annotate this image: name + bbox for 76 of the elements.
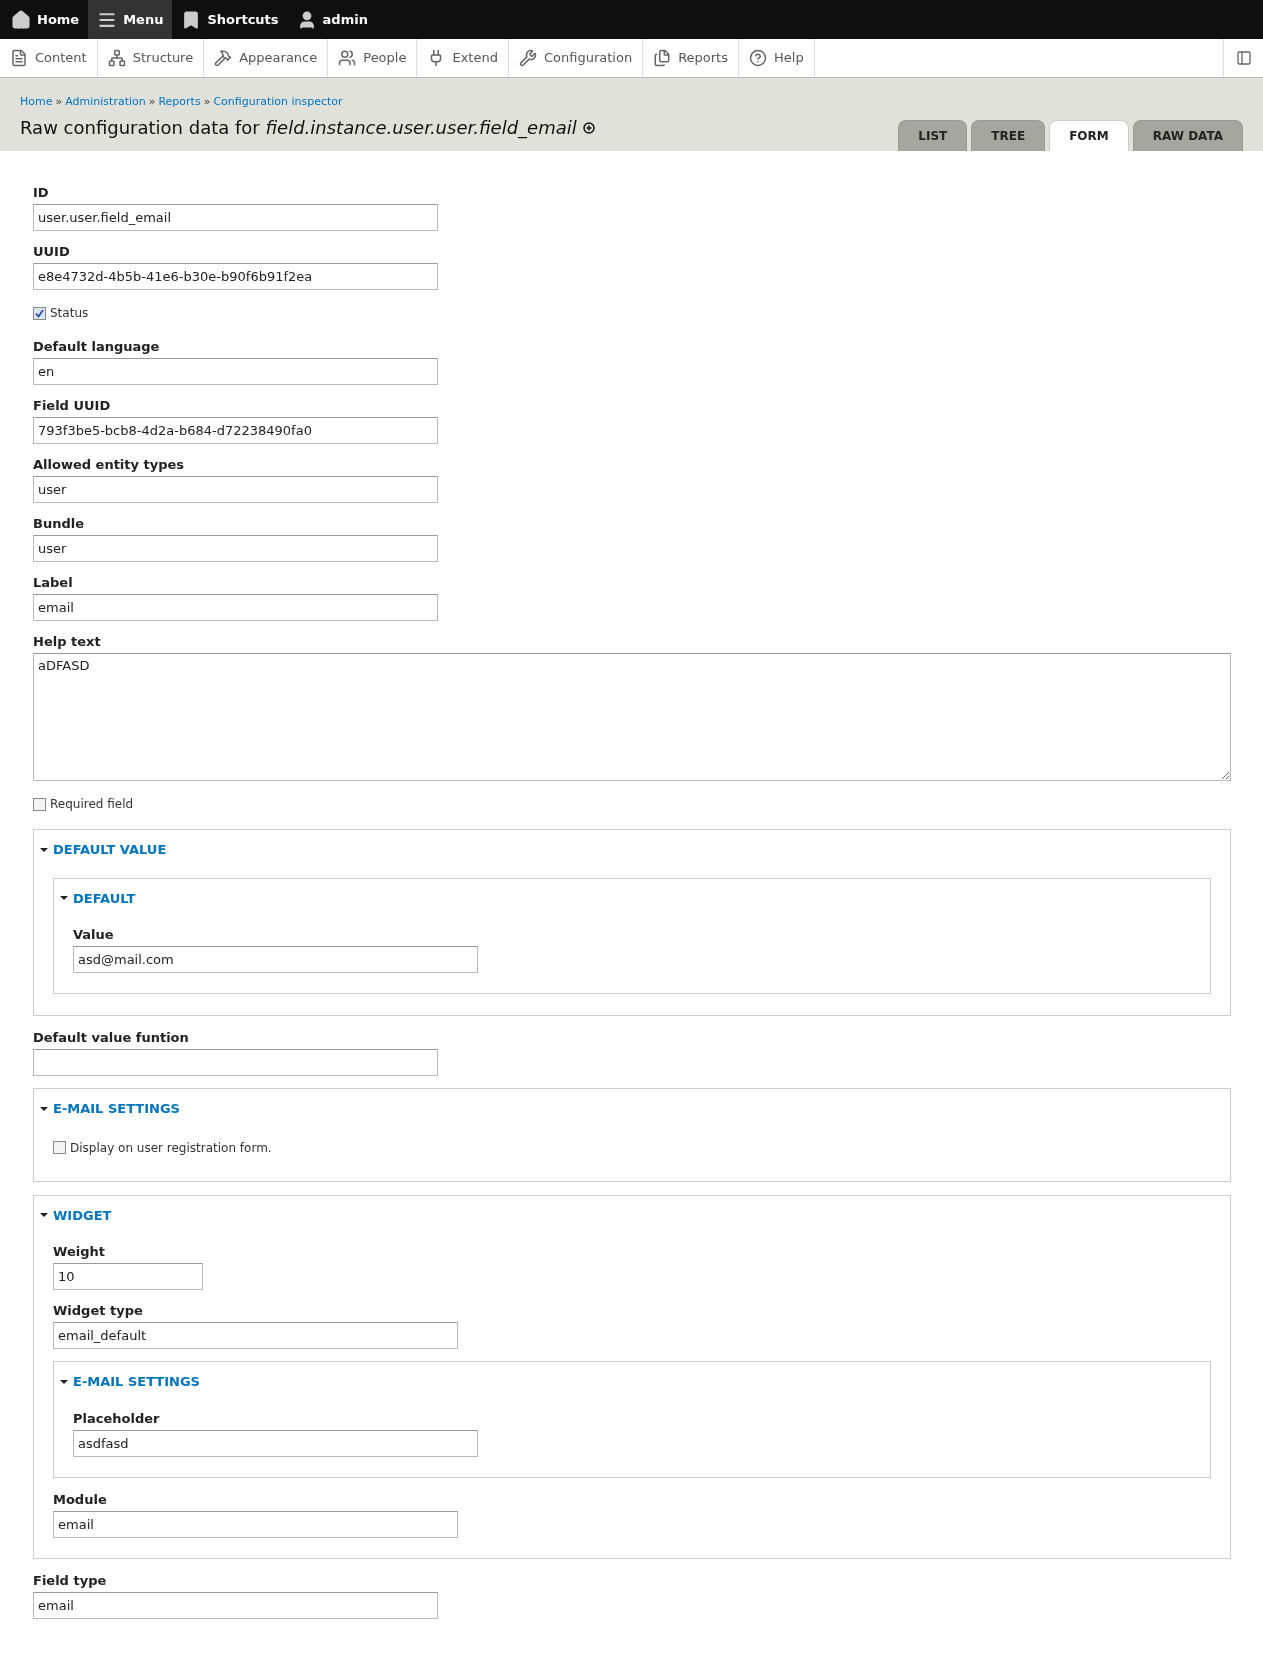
fieldset-title[interactable]: DEFAULT VALUE — [53, 840, 167, 860]
top-bar-tab[interactable]: Home — [2, 0, 89, 39]
toolbar-link[interactable]: Structure — [97, 39, 205, 77]
field-label: Widget type — [53, 1302, 144, 1320]
fieldset-title[interactable]: E-MAIL SETTINGS — [73, 1372, 200, 1392]
checkbox-label: Status — [50, 305, 89, 322]
breadcrumb-link[interactable]: Reports — [158, 93, 201, 110]
fieldset-title[interactable]: DEFAULT — [73, 888, 136, 908]
text-field[interactable]: asdfasd — [73, 1429, 478, 1457]
text-area[interactable]: aDFASD — [33, 653, 1231, 781]
top-bar-tab[interactable]: admin — [287, 0, 377, 39]
files-icon — [653, 49, 672, 67]
breadcrumb-link[interactable]: Administration — [65, 93, 146, 110]
toolbar-link[interactable]: Extend — [417, 39, 509, 77]
text-field[interactable]: e8e4732d-4b5b-41e6-b30e-b90f6b91f2ea — [33, 263, 438, 290]
text-field[interactable]: 793f3be5-bcb8-4d2a-b684-d72238490fa0 — [33, 417, 438, 444]
checkbox-label: Display on user registration form. — [70, 1139, 272, 1157]
top-bar-tab[interactable]: Shortcuts — [172, 0, 288, 39]
breadcrumb-separator: » — [55, 93, 63, 110]
shortcut-add-icon[interactable] — [582, 121, 595, 134]
document-icon — [10, 49, 28, 67]
field-label: Field type — [33, 1571, 108, 1590]
text-field[interactable]: 10 — [53, 1263, 203, 1290]
checkbox[interactable] — [33, 797, 46, 811]
check-icon — [35, 308, 44, 318]
field-label: Field UUID — [33, 397, 112, 415]
field-label: Default language — [33, 338, 161, 356]
text-field[interactable]: user — [33, 535, 438, 562]
toolbar-link[interactable]: Reports — [643, 39, 739, 77]
tab[interactable]: FORM — [1049, 120, 1129, 151]
text-field[interactable]: user — [33, 476, 438, 503]
field-label: Default value funtion — [33, 1029, 190, 1047]
text-field[interactable]: email_default — [53, 1322, 458, 1349]
text-field[interactable] — [33, 1049, 438, 1076]
field-label: Module — [53, 1490, 108, 1509]
text-field[interactable]: email — [33, 594, 438, 621]
field-label: Value — [73, 926, 115, 944]
text-field[interactable]: asd@mail.com — [73, 946, 478, 973]
fieldset-title[interactable]: E-MAIL SETTINGS — [53, 1099, 180, 1119]
home-icon — [11, 9, 31, 30]
toolbar-link[interactable]: Configuration — [508, 39, 644, 77]
text-field[interactable]: email — [53, 1510, 458, 1538]
top-bar-tab[interactable]: Menu — [88, 0, 173, 39]
fieldset-title[interactable]: WIDGET — [53, 1205, 112, 1225]
field-label: UUID — [33, 243, 71, 261]
field-label: Placeholder — [73, 1409, 161, 1428]
toolbar-link[interactable]: People — [328, 39, 418, 77]
field-label: Help text — [33, 633, 102, 651]
field-label: ID — [33, 184, 50, 202]
text-field[interactable]: email — [33, 1591, 438, 1619]
field-label: Label — [33, 574, 74, 592]
people-icon — [338, 49, 357, 67]
breadcrumb-link[interactable]: Home — [20, 93, 53, 110]
page-title: Raw configuration data for field.instance.user.user.field_email — [20, 116, 577, 141]
text-field[interactable]: en — [33, 358, 438, 385]
field-label: Allowed entity types — [33, 456, 186, 474]
checkbox-label: Required field — [50, 796, 134, 813]
tab[interactable]: TREE — [971, 120, 1046, 151]
breadcrumb-separator: » — [148, 93, 156, 110]
breadcrumb-separator: » — [203, 93, 211, 110]
toolbar-link[interactable]: Help — [739, 39, 815, 77]
wrench-icon — [518, 49, 537, 67]
help-icon — [749, 49, 767, 67]
field-label: Bundle — [33, 515, 85, 533]
toolbar-link[interactable]: Appearance — [204, 39, 329, 77]
checkbox[interactable] — [33, 306, 46, 320]
hammer-icon — [214, 49, 233, 67]
toolbar-link[interactable]: Content — [0, 39, 98, 77]
tab[interactable]: LIST — [898, 120, 968, 151]
sidebar-toggle-icon[interactable] — [1235, 50, 1252, 66]
text-field[interactable]: user.user.field_email — [33, 204, 438, 231]
sitemap-icon — [107, 49, 126, 67]
breadcrumb-link[interactable]: Configuration inspector — [213, 93, 343, 110]
tab[interactable]: RAW DATA — [1132, 120, 1243, 151]
checkbox[interactable] — [53, 1141, 66, 1154]
field-label: Weight — [53, 1243, 106, 1261]
